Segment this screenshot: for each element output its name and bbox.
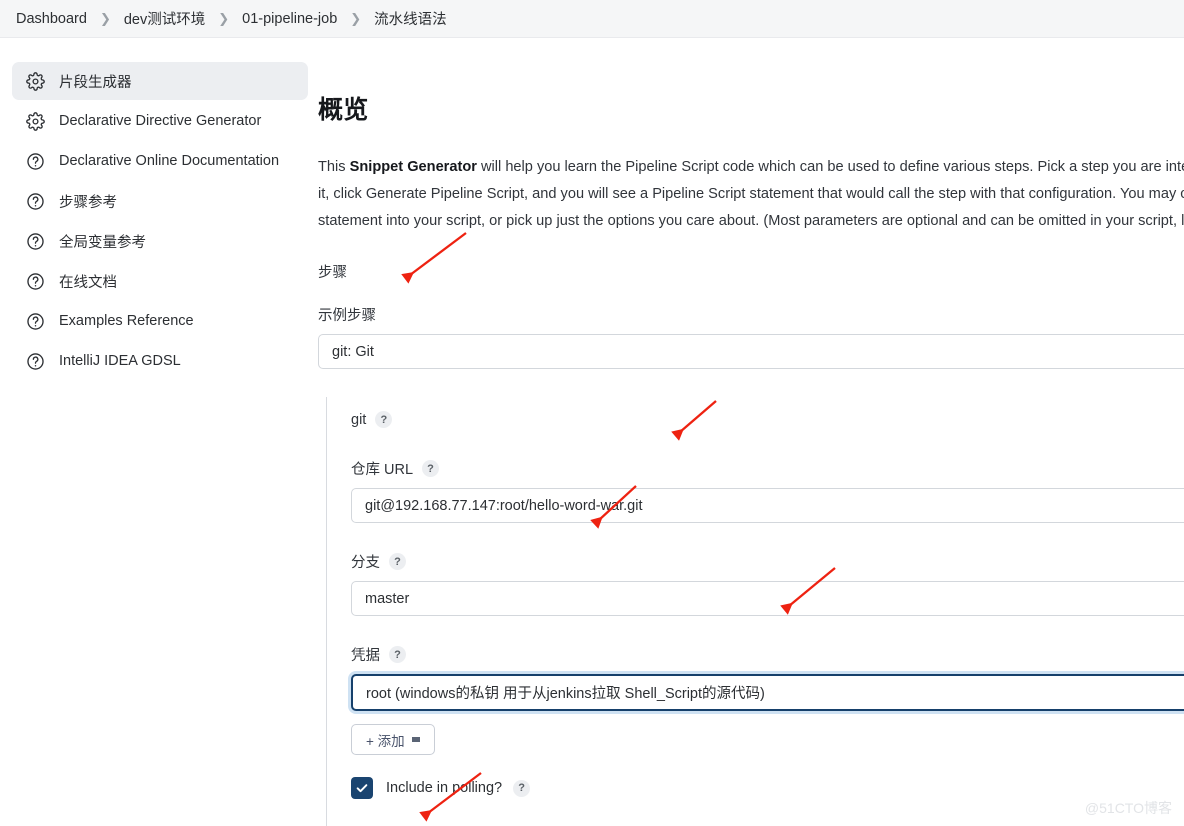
git-group-title: git ?: [351, 411, 1184, 428]
gear-icon: [26, 111, 45, 131]
help-circle-icon: [26, 152, 45, 171]
intro-text-1: This: [318, 159, 350, 175]
sample-step-field: 示例步骤: [318, 304, 1184, 369]
repository-url-label: 仓库 URL ?: [351, 458, 1184, 479]
branch-label-text: 分支: [351, 555, 380, 571]
sidebar-item-label: Examples Reference: [59, 313, 194, 329]
git-parameter-group: git ? 仓库 URL ? 分支 ?: [326, 397, 1184, 826]
check-icon: [356, 784, 368, 793]
branch-label: 分支 ?: [351, 551, 1184, 572]
help-circle-icon: [26, 272, 45, 291]
sidebar-item-label: 步骤参考: [59, 194, 117, 211]
breadcrumb-separator-1: ❯: [99, 10, 111, 26]
help-circle-icon: [26, 352, 45, 371]
sidebar-item-label: 全局变量参考: [59, 234, 146, 251]
sidebar-item-label: Declarative Online Documentation: [59, 153, 280, 169]
sample-step-label-text: 示例步骤: [318, 308, 376, 324]
breadcrumb-separator-3: ❯: [350, 10, 362, 26]
sidebar-item-examples-reference[interactable]: Examples Reference: [12, 302, 308, 340]
help-circle-icon: [26, 192, 45, 211]
page-title: 概览: [318, 96, 369, 124]
credentials-select[interactable]: [351, 674, 1184, 711]
include-in-polling-label: Include in polling? ?: [386, 779, 531, 797]
sidebar-item-label: IntelliJ IDEA GDSL: [59, 353, 181, 369]
intro-bold-snippet-generator: Snippet Generator: [349, 159, 477, 175]
main-content: 概览 This Snippet Generator will help you …: [318, 38, 1184, 826]
help-icon[interactable]: ?: [422, 460, 440, 477]
help-icon[interactable]: ?: [389, 553, 406, 570]
chevron-down-icon: [411, 737, 420, 742]
sidebar-item-online-documentation[interactable]: 在线文档: [12, 262, 308, 300]
include-in-polling-checkbox[interactable]: [351, 777, 373, 799]
breadcrumb-folder[interactable]: dev测试环境: [124, 8, 205, 29]
watermark: @51CTO博客: [1084, 800, 1172, 816]
repository-url-input[interactable]: [351, 488, 1184, 523]
sample-step-select[interactable]: [318, 334, 1184, 369]
page-body: 片段生成器 Declarative Directive Generator De…: [0, 38, 1184, 826]
sidebar-item-global-variable-reference[interactable]: 全局变量参考: [12, 222, 308, 260]
include-in-polling-label-text: Include in polling?: [386, 780, 503, 796]
breadcrumb-job[interactable]: 01-pipeline-job: [242, 11, 337, 27]
include-in-polling-row: Include in polling? ?: [351, 777, 1184, 799]
gear-icon: [26, 71, 45, 91]
sidebar-item-declarative-directive-generator[interactable]: Declarative Directive Generator: [12, 102, 308, 140]
repository-url-field: 仓库 URL ?: [351, 458, 1184, 523]
git-group-name-text: git: [351, 411, 367, 428]
breadcrumb-pipeline-syntax[interactable]: 流水线语法: [374, 8, 447, 29]
steps-section-label: 步骤: [318, 265, 347, 281]
sidebar-item-label: 片段生成器: [59, 74, 132, 91]
help-icon[interactable]: ?: [375, 411, 393, 428]
sidebar-item-label: Declarative Directive Generator: [59, 113, 262, 129]
sidebar: 片段生成器 Declarative Directive Generator De…: [0, 38, 318, 382]
sample-step-label: 示例步骤: [318, 304, 1184, 325]
help-icon[interactable]: ?: [513, 779, 531, 797]
intro-paragraph: This Snippet Generator will help you lea…: [318, 154, 1184, 235]
credentials-label: 凭据 ?: [351, 644, 1184, 665]
sidebar-item-intellij-idea-gdsl[interactable]: IntelliJ IDEA GDSL: [12, 342, 308, 380]
repository-url-label-text: 仓库 URL: [351, 462, 414, 478]
help-circle-icon: [26, 232, 45, 251]
credentials-label-text: 凭据: [351, 648, 380, 664]
help-circle-icon: [26, 312, 45, 331]
branch-field: 分支 ?: [351, 551, 1184, 616]
sidebar-item-label: 在线文档: [59, 274, 117, 291]
sidebar-item-snippet-generator[interactable]: 片段生成器: [12, 62, 308, 100]
breadcrumb: Dashboard ❯ dev测试环境 ❯ 01-pipeline-job ❯ …: [0, 0, 1184, 38]
add-credentials-button[interactable]: + 添加: [351, 724, 435, 755]
help-icon[interactable]: ?: [389, 646, 406, 663]
add-credentials-label: + 添加: [366, 733, 405, 749]
breadcrumb-separator-2: ❯: [218, 10, 230, 26]
sidebar-item-step-reference[interactable]: 步骤参考: [12, 182, 308, 220]
credentials-field: 凭据 ?: [351, 644, 1184, 711]
breadcrumb-dashboard[interactable]: Dashboard: [16, 11, 87, 27]
sidebar-item-declarative-online-documentation[interactable]: Declarative Online Documentation: [12, 142, 308, 180]
branch-input[interactable]: [351, 581, 1184, 616]
